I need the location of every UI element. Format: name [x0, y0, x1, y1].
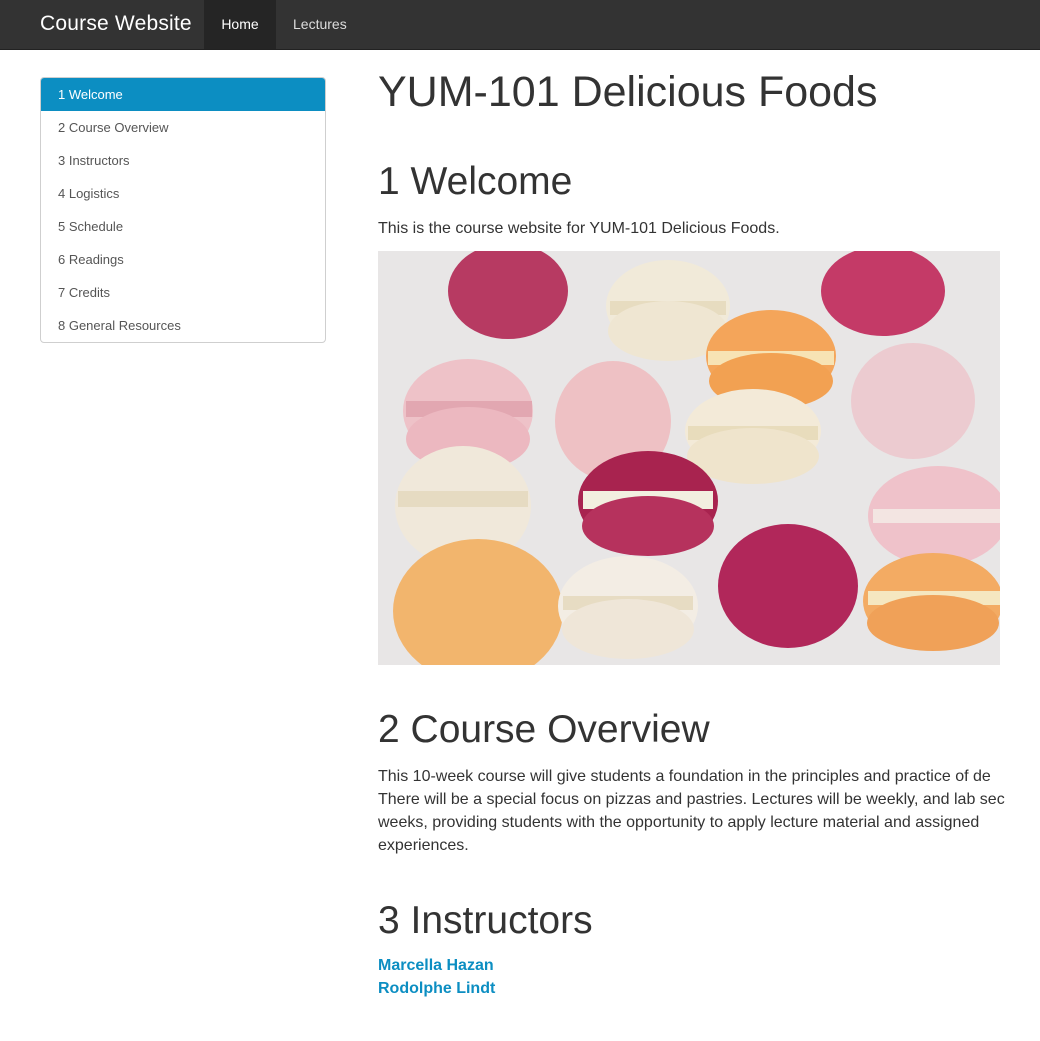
section-heading-instructors: 3 Instructors [378, 899, 593, 942]
section-heading-course-overview: 2 Course Overview [378, 708, 710, 751]
macarons-photo [378, 251, 1000, 665]
overview-line: experiences. [378, 837, 469, 854]
nav-link-lectures[interactable]: Lectures [277, 0, 363, 49]
toc-item-course-overview[interactable]: 2 Course Overview [41, 111, 325, 144]
instructor-link-marcella-hazan[interactable]: Marcella Hazan [378, 957, 494, 975]
site-brand[interactable]: Course Website [40, 12, 192, 36]
overview-line: There will be a special focus on pizzas … [378, 791, 1005, 808]
toc-item-logistics[interactable]: 4 Logistics [41, 177, 325, 210]
course-overview-text: This 10-week course will give students a… [378, 765, 1040, 857]
top-navbar: Course Website Home Lectures [0, 0, 1040, 50]
welcome-text: This is the course website for YUM-101 D… [378, 220, 780, 237]
toc-item-instructors[interactable]: 3 Instructors [41, 144, 325, 177]
section-heading-welcome: 1 Welcome [378, 160, 573, 203]
overview-line: This 10-week course will give students a… [378, 768, 991, 785]
nav-link-home[interactable]: Home [204, 0, 276, 49]
toc-item-readings[interactable]: 6 Readings [41, 243, 325, 276]
toc-item-credits[interactable]: 7 Credits [41, 276, 325, 309]
page-title: YUM-101 Delicious Foods [378, 68, 878, 116]
toc-item-schedule[interactable]: 5 Schedule [41, 210, 325, 243]
overview-line: weeks, providing students with the oppor… [378, 814, 980, 831]
toc-item-general-resources[interactable]: 8 General Resources [41, 309, 325, 342]
table-of-contents: 1 Welcome 2 Course Overview 3 Instructor… [40, 77, 326, 343]
instructor-link-rodolphe-lindt[interactable]: Rodolphe Lindt [378, 980, 495, 998]
toc-item-welcome[interactable]: 1 Welcome [41, 78, 325, 111]
